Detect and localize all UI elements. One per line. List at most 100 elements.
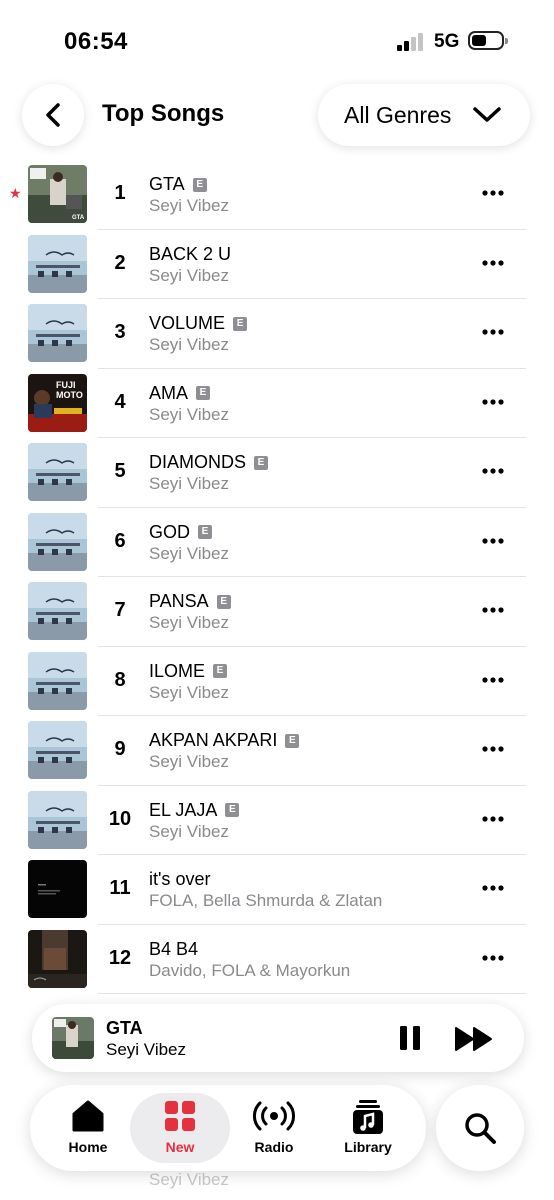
battery-icon bbox=[468, 31, 508, 50]
song-list: ★ GTA 1 GTA E Seyi Vibez 2 BACK 2 U Seyi Vibez 3 V… bbox=[0, 160, 554, 994]
search-button[interactable] bbox=[436, 1085, 524, 1171]
song-title: PANSA E bbox=[149, 591, 231, 612]
genre-dropdown[interactable]: All Genres bbox=[318, 84, 530, 146]
song-artist: Seyi Vibez bbox=[149, 543, 230, 563]
more-options-icon[interactable] bbox=[482, 188, 504, 198]
song-title: AMA E bbox=[149, 382, 211, 404]
explicit-badge: E bbox=[225, 803, 240, 817]
song-title: it's over bbox=[149, 869, 210, 890]
song-artist: Seyi Vibez bbox=[149, 404, 230, 424]
background-peek-artist: Seyi Vibez bbox=[149, 1170, 230, 1189]
album-artwork bbox=[28, 304, 87, 362]
song-row[interactable]: 2 BACK 2 U Seyi Vibez bbox=[0, 230, 554, 299]
song-artist: Seyi Vibez bbox=[149, 613, 230, 632]
album-artwork: GTA bbox=[28, 165, 87, 223]
explicit-badge: E bbox=[198, 525, 213, 539]
song-row[interactable]: 7 PANSA E Seyi Vibez bbox=[0, 577, 554, 647]
more-options-icon[interactable] bbox=[482, 327, 504, 337]
song-row[interactable]: 5 DIAMONDS E Seyi Vibez bbox=[0, 438, 554, 508]
song-title-text: it's over bbox=[149, 869, 211, 889]
song-rank: 4 bbox=[114, 390, 126, 413]
song-title: EL JAJA E bbox=[149, 799, 240, 821]
song-title-text: B4 B4 bbox=[149, 938, 199, 959]
song-row[interactable]: 6 GOD E Seyi Vibez bbox=[0, 508, 554, 577]
song-row[interactable]: 3 VOLUME E Seyi Vibez bbox=[0, 299, 554, 369]
song-row[interactable]: 9 AKPAN AKPARI E Seyi Vibez bbox=[0, 716, 554, 786]
album-artwork bbox=[28, 860, 87, 918]
more-options-icon[interactable] bbox=[482, 953, 504, 963]
song-title: GOD E bbox=[149, 521, 213, 543]
more-options-icon[interactable] bbox=[482, 536, 504, 546]
song-title-text: AKPAN AKPARI bbox=[149, 730, 278, 750]
song-rank: 11 bbox=[109, 877, 131, 899]
song-rank: 8 bbox=[114, 668, 126, 691]
song-row[interactable]: FUJI MOTO 4 AMA E Seyi Vibez bbox=[0, 369, 554, 438]
song-title: BACK 2 U bbox=[149, 244, 231, 265]
song-artist: Seyi Vibez bbox=[149, 474, 230, 493]
more-options-icon[interactable] bbox=[482, 605, 504, 615]
now-playing-title: GTA bbox=[106, 1018, 143, 1038]
song-artist: Seyi Vibez bbox=[149, 196, 230, 215]
svg-text:GTA: GTA bbox=[72, 215, 85, 221]
more-options-icon[interactable] bbox=[482, 397, 504, 407]
genre-label: All Genres bbox=[344, 102, 452, 128]
song-row[interactable]: 11 it's over FOLA, Bella Shmurda & Zlatan bbox=[0, 855, 554, 925]
search-icon bbox=[465, 1113, 496, 1144]
song-row[interactable]: ★ GTA 1 GTA E Seyi Vibez bbox=[0, 160, 554, 230]
album-artwork bbox=[28, 443, 87, 501]
status-time: 06:54 bbox=[64, 28, 128, 55]
svg-text:MOTO: MOTO bbox=[56, 390, 83, 400]
explicit-badge: E bbox=[233, 316, 248, 331]
status-bar: 06:54 5G bbox=[0, 0, 554, 80]
tab-radio[interactable]: Radio bbox=[224, 1093, 324, 1163]
song-artist: Davido, FOLA & Mayorkun bbox=[149, 960, 351, 980]
song-artist: Seyi Vibez bbox=[149, 335, 230, 354]
tab-label: Home bbox=[68, 1139, 108, 1155]
row-divider bbox=[98, 993, 526, 994]
song-rank: 2 bbox=[114, 251, 126, 274]
song-title-text: VOLUME bbox=[149, 313, 226, 333]
album-artwork bbox=[28, 651, 87, 710]
tab-label: New bbox=[165, 1139, 195, 1155]
song-row[interactable]: 10 EL JAJA E Seyi Vibez bbox=[0, 786, 554, 855]
more-options-icon[interactable] bbox=[482, 744, 504, 754]
explicit-badge: E bbox=[213, 664, 228, 678]
now-playing-artwork bbox=[52, 1017, 94, 1059]
song-row[interactable]: 12 B4 B4 Davido, FOLA & Mayorkun bbox=[0, 925, 554, 994]
song-row[interactable]: 8 ILOME E Seyi Vibez bbox=[0, 647, 554, 716]
fast-forward-icon[interactable] bbox=[454, 1026, 494, 1052]
tab-new[interactable]: New bbox=[130, 1093, 230, 1163]
mini-player[interactable]: GTA Seyi Vibez bbox=[32, 1004, 524, 1072]
tab-bar: Home New Radio Library bbox=[30, 1085, 426, 1171]
library-icon bbox=[353, 1100, 383, 1134]
pause-icon[interactable] bbox=[398, 1024, 422, 1052]
tab-home[interactable]: Home bbox=[38, 1093, 138, 1163]
song-title-text: GOD bbox=[149, 521, 191, 542]
more-options-icon[interactable] bbox=[482, 814, 504, 824]
explicit-badge: E bbox=[196, 386, 211, 400]
more-options-icon[interactable] bbox=[482, 883, 504, 893]
song-artist: Seyi Vibez bbox=[149, 821, 230, 841]
album-artwork bbox=[28, 929, 87, 988]
svg-text:FUJI: FUJI bbox=[56, 380, 76, 390]
song-artist: FOLA, Bella Shmurda & Zlatan bbox=[149, 891, 383, 910]
more-options-icon[interactable] bbox=[482, 466, 504, 476]
song-rank: 6 bbox=[114, 529, 126, 552]
song-title-text: ILOME bbox=[149, 660, 206, 681]
song-rank: 9 bbox=[114, 738, 126, 760]
explicit-badge: E bbox=[192, 177, 207, 192]
song-title-text: GTA bbox=[149, 174, 185, 194]
tab-library[interactable]: Library bbox=[318, 1093, 418, 1163]
more-options-icon[interactable] bbox=[482, 258, 504, 268]
more-options-icon[interactable] bbox=[482, 675, 504, 685]
song-title-text: EL JAJA bbox=[149, 799, 218, 820]
explicit-badge: E bbox=[254, 455, 269, 470]
album-artwork bbox=[28, 721, 87, 779]
song-artist: Seyi Vibez bbox=[149, 752, 230, 771]
star-icon: ★ bbox=[9, 185, 22, 201]
album-artwork bbox=[28, 790, 87, 849]
song-title-text: AMA bbox=[149, 382, 189, 403]
song-title: B4 B4 bbox=[149, 939, 198, 960]
song-title: AKPAN AKPARI E bbox=[149, 730, 300, 751]
back-button[interactable] bbox=[22, 84, 84, 146]
